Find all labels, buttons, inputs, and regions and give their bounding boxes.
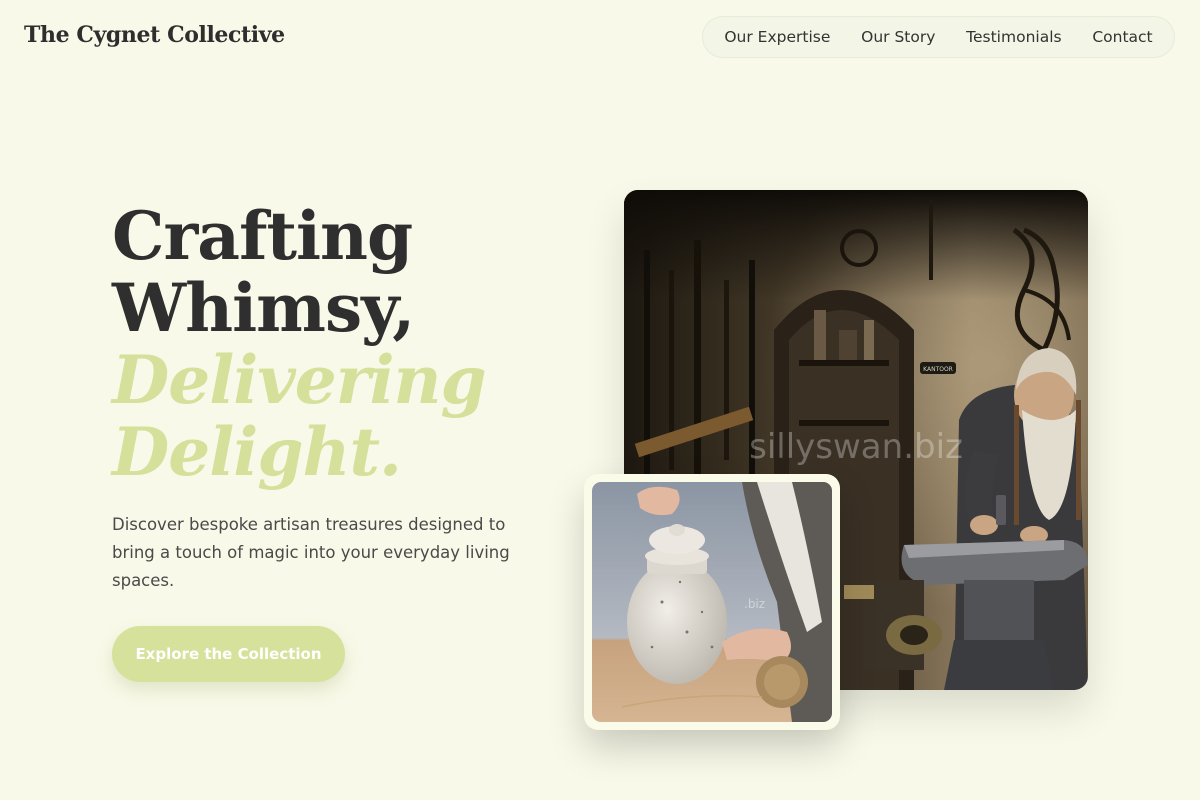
shop-sign-text: KANTOOR [923, 366, 953, 373]
hero-title: Crafting Whimsy, Delivering Delight. [112, 200, 582, 488]
hero-title-accent2: Delight. [112, 413, 402, 491]
small-photo-watermark: .biz [744, 597, 765, 611]
explore-collection-button[interactable]: Explore the Collection [112, 626, 345, 682]
pottery-photo: .biz [592, 482, 832, 722]
hero-title-accent1: Delivering [112, 341, 487, 419]
nav-item-our-story[interactable]: Our Story [861, 28, 935, 46]
pottery-photo-frame: .biz [584, 474, 840, 730]
nav-item-our-expertise[interactable]: Our Expertise [724, 28, 830, 46]
main-nav: Our Expertise Our Story Testimonials Con… [702, 16, 1175, 58]
nav-item-contact[interactable]: Contact [1092, 28, 1152, 46]
main-photo-watermark: sillyswan.biz [749, 427, 963, 467]
hero-title-line2: Whimsy, [112, 269, 415, 347]
hero-title-line1: Crafting [112, 197, 413, 275]
nav-item-testimonials[interactable]: Testimonials [966, 28, 1061, 46]
brand-logo[interactable]: The Cygnet Collective [24, 22, 285, 48]
hero-subtitle: Discover bespoke artisan treasures desig… [112, 515, 510, 590]
